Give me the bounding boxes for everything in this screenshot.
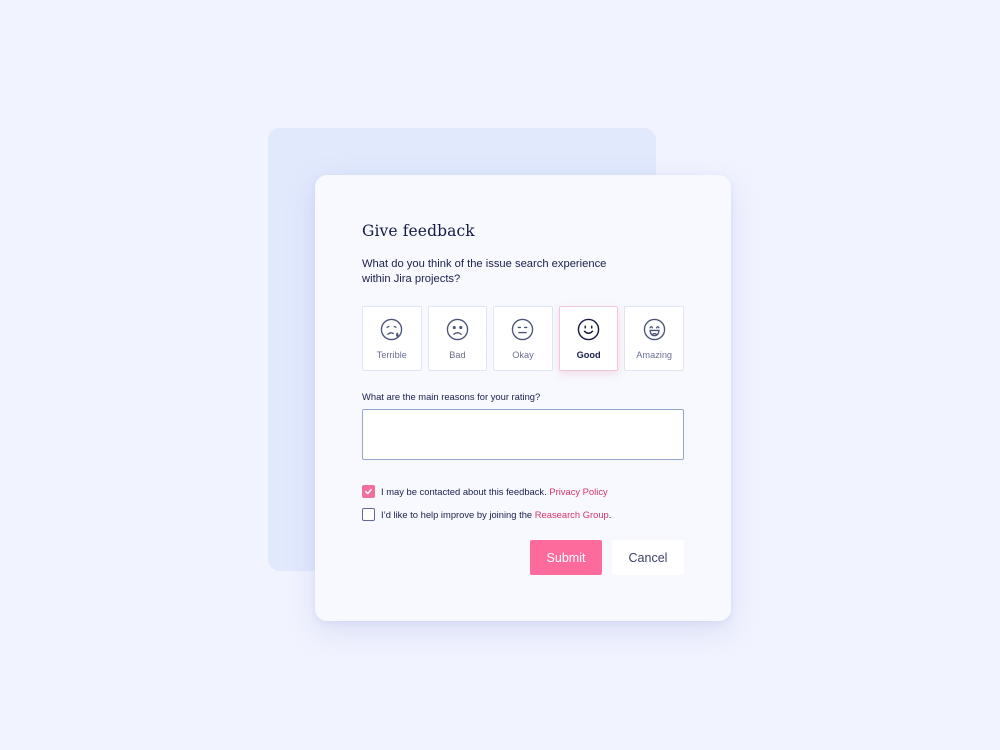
amazing-face-icon bbox=[643, 318, 665, 341]
bad-face-icon bbox=[446, 318, 469, 341]
okay-face-icon bbox=[512, 318, 534, 341]
terrible-face-icon bbox=[381, 318, 403, 341]
rating-good[interactable]: Good bbox=[558, 306, 619, 372]
rating-options: Terrible Bad Okay Good Amazing bbox=[362, 306, 684, 372]
contact-consent-label: I may be contacted about this feedback. bbox=[381, 486, 547, 498]
stage: Give feedback What do you think of the i… bbox=[0, 0, 1000, 750]
contact-consent-row: I may be contacted about this feedback. … bbox=[362, 485, 684, 499]
privacy-policy-link[interactable]: Privacy Policy bbox=[549, 486, 607, 497]
research-consent-label: I’d like to help improve by joining the bbox=[381, 509, 533, 521]
good-face-icon bbox=[577, 318, 600, 341]
research-consent-checkbox[interactable] bbox=[362, 508, 375, 522]
rating-amazing[interactable]: Amazing bbox=[624, 306, 684, 372]
research-consent-suffix: . bbox=[608, 509, 612, 521]
checkmark-icon bbox=[365, 488, 372, 495]
cancel-button[interactable]: Cancel bbox=[612, 540, 684, 575]
rating-question: What do you think of the issue search ex… bbox=[362, 258, 607, 285]
rating-bad[interactable]: Bad bbox=[427, 306, 488, 372]
reason-textarea[interactable] bbox=[362, 409, 684, 461]
submit-button[interactable]: Submit bbox=[530, 540, 602, 575]
feedback-dialog: Give feedback What do you think of the i… bbox=[315, 175, 731, 621]
rating-label: Bad bbox=[449, 350, 466, 361]
rating-label: Amazing bbox=[636, 350, 673, 361]
reason-label: What are the main reasons for your ratin… bbox=[362, 391, 541, 403]
rating-terrible[interactable]: Terrible bbox=[362, 306, 422, 372]
rating-label: Good bbox=[576, 350, 601, 361]
contact-consent-checkbox[interactable] bbox=[362, 485, 375, 499]
rating-label: Okay bbox=[512, 350, 534, 361]
research-consent-row: I’d like to help improve by joining the … bbox=[362, 508, 684, 522]
dialog-actions: Submit Cancel bbox=[530, 540, 684, 575]
research-group-link[interactable]: Reasearch Group bbox=[535, 509, 609, 520]
dialog-title: Give feedback bbox=[362, 222, 475, 240]
rating-okay[interactable]: Okay bbox=[493, 306, 553, 372]
rating-label: Terrible bbox=[376, 350, 407, 361]
